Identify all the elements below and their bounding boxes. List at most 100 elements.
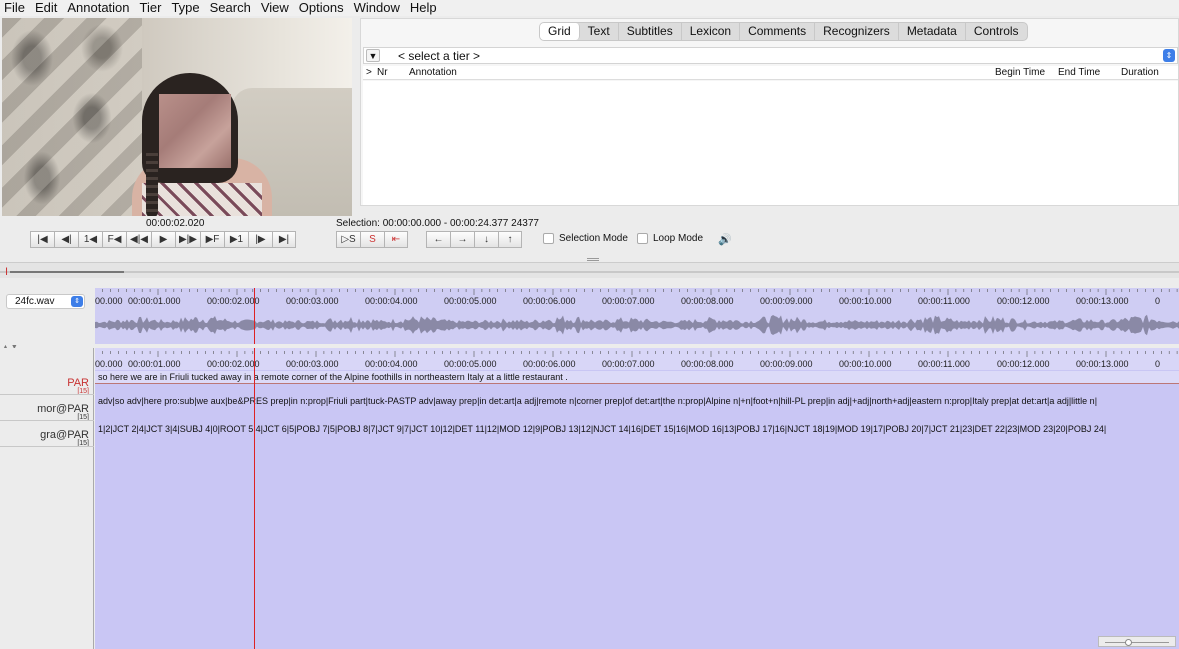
tier-separator [0,394,94,395]
media-file-name: 24fc.wav [15,296,55,307]
menu-tier[interactable]: Tier [135,0,167,16]
menu-edit[interactable]: Edit [30,0,62,16]
loop-mode-label: Loop Mode [653,233,704,244]
menu-search[interactable]: Search [205,0,256,16]
previous-frame-button[interactable]: F◀ [102,231,126,248]
loop-mode-toggle[interactable]: Loop Mode [637,233,703,244]
speaker-icon[interactable]: 🔊 [718,233,732,246]
tab-bar: Grid Text Subtitles Lexicon Comments Rec… [539,22,1028,41]
tab-metadata[interactable]: Metadata [899,23,966,40]
go-to-begin-button[interactable]: |◀ [30,231,54,248]
next-second-button[interactable]: ▶1 [223,231,248,248]
ruler-label: 00:00:03.000 [286,296,339,306]
ruler-label: 00:00:06.000 [523,359,576,369]
tier-select-value: < select a tier > [398,49,481,63]
menu-help[interactable]: Help [405,0,442,16]
zoom-slider-knob[interactable] [1125,639,1132,646]
time-overview-bar[interactable]: I [0,262,1179,278]
tab-subtitles[interactable]: Subtitles [619,23,682,40]
playhead-waveform[interactable] [254,288,255,344]
col-annotation[interactable]: Annotation [409,67,457,78]
ruler-label: 00:00:10.000 [839,359,892,369]
overview-track [0,271,1179,273]
selection-mode-checkbox[interactable] [543,233,554,244]
ruler-label: 00:00:09.000 [760,296,813,306]
waveform-viewer[interactable]: 00.000 00:00:01.000 00:00:02.000 00:00:03.0… [95,288,1179,344]
annotation-nav-controls: ← → ↓ ↑ [426,231,522,248]
zoom-slider[interactable] [1098,636,1176,647]
tier-names-panel: PAR [15] mor@PAR [15] gra@PAR [15] [0,348,94,649]
video-person-braid [146,148,158,216]
ruler-label: 00:00:05.000 [444,359,497,369]
annotation-par[interactable]: so here we are in Friuli tucked away in … [95,371,1179,384]
ruler-label: 00:00:07.000 [602,296,655,306]
menu-annotation[interactable]: Annotation [62,0,134,16]
col-end-time[interactable]: End Time [1058,67,1100,78]
go-to-end-button[interactable]: ▶| [271,231,296,248]
menubar: File Edit Annotation Tier Type Search Vi… [0,0,1179,16]
tier-label-mor[interactable]: mor@PAR [15] [37,403,89,421]
play-selection-button[interactable]: ▷S [336,231,360,248]
collapse-triangle-icon[interactable]: ▼ [366,49,380,62]
tier-label-par[interactable]: PAR [15] [67,377,89,395]
next-scrollview-button[interactable]: |▶ [247,231,272,248]
loop-mode-checkbox[interactable] [637,233,648,244]
next-frame-button[interactable]: ▶F [199,231,224,248]
dropdown-stepper-icon[interactable]: ⇕ [1163,49,1175,62]
tier-up-button[interactable]: ↑ [498,231,522,248]
previous-scrollview-button[interactable]: ◀| [54,231,78,248]
ruler-label: 00:00:08.000 [681,296,734,306]
clear-selection-button[interactable]: S [360,231,384,248]
tier-down-button[interactable]: ↓ [474,231,498,248]
ruler-label: 00:00:11.000 [918,359,970,369]
ruler-label: 0 [1155,296,1161,306]
tab-controls[interactable]: Controls [966,23,1027,40]
video-person-top [142,183,262,216]
tab-text[interactable]: Text [580,23,619,40]
ruler-label: 00:00:01.000 [128,296,181,306]
menu-window[interactable]: Window [349,0,405,16]
col-begin-time[interactable]: Begin Time [995,67,1045,78]
ruler-label: 00:00:13.000 [1076,359,1129,369]
ruler-label: 00:00:04.000 [365,296,418,306]
tab-comments[interactable]: Comments [740,23,816,40]
previous-pixel-button[interactable]: ◀|◀ [126,231,151,248]
annotation-ruler: 00.000 00:00:01.000 00:00:02.000 00:00:03.0… [95,348,1179,370]
tab-lexicon[interactable]: Lexicon [682,23,741,40]
playhead-annotation[interactable] [254,348,255,649]
video-player[interactable] [2,18,352,216]
annotation-timeline[interactable]: 00.000 00:00:01.000 00:00:02.000 00:00:03.0… [95,348,1179,649]
video-background-curtain [2,18,142,216]
next-annotation-button[interactable]: → [450,231,474,248]
ruler-label: 00:00:02.000 [207,296,260,306]
ruler-label: 00:00:10.000 [839,296,892,306]
col-nr[interactable]: Nr [377,67,388,78]
menu-options[interactable]: Options [294,0,349,16]
ruler-label: 00:00:05.000 [444,296,497,306]
selection-begin-button[interactable]: ⇤ [384,231,408,248]
panel-divider-grip[interactable] [587,258,599,261]
tab-grid[interactable]: Grid [540,23,580,40]
previous-annotation-button[interactable]: ← [426,231,450,248]
annotation-gra[interactable]: 1|2|JCT 2|4|JCT 3|4|SUBJ 4|0|ROOT 5|4|JC… [95,422,1179,436]
selection-mode-toggle[interactable]: Selection Mode [543,233,628,244]
menu-file[interactable]: File [0,0,30,16]
col-duration[interactable]: Duration [1121,67,1159,78]
tier-label-gra[interactable]: gra@PAR [15] [40,429,89,447]
grid-body[interactable] [363,81,1178,205]
overview-cursor-icon[interactable]: I [5,267,14,278]
col-expand[interactable]: > [366,67,372,78]
play-button[interactable]: ▶ [150,231,175,248]
tab-recognizers[interactable]: Recognizers [815,23,899,40]
menu-type[interactable]: Type [166,0,204,16]
menu-view[interactable]: View [256,0,294,16]
previous-second-button[interactable]: 1◀ [78,231,102,248]
ruler-label: 00:00:12.000 [997,359,1050,369]
elan-window: File Edit Annotation Tier Type Search Vi… [0,0,1179,649]
media-select-stepper-icon[interactable]: ⇕ [71,296,83,307]
media-file-select[interactable]: 24fc.wav ⇕ [6,294,85,309]
tier-select[interactable]: ▼ < select a tier > ⇕ [363,47,1178,64]
next-pixel-button[interactable]: ▶|▶ [174,231,200,248]
annotation-mor[interactable]: adv|so adv|here pro:sub|we aux|be&PRES p… [95,394,1179,408]
ruler-label: 00.000 [95,359,123,369]
